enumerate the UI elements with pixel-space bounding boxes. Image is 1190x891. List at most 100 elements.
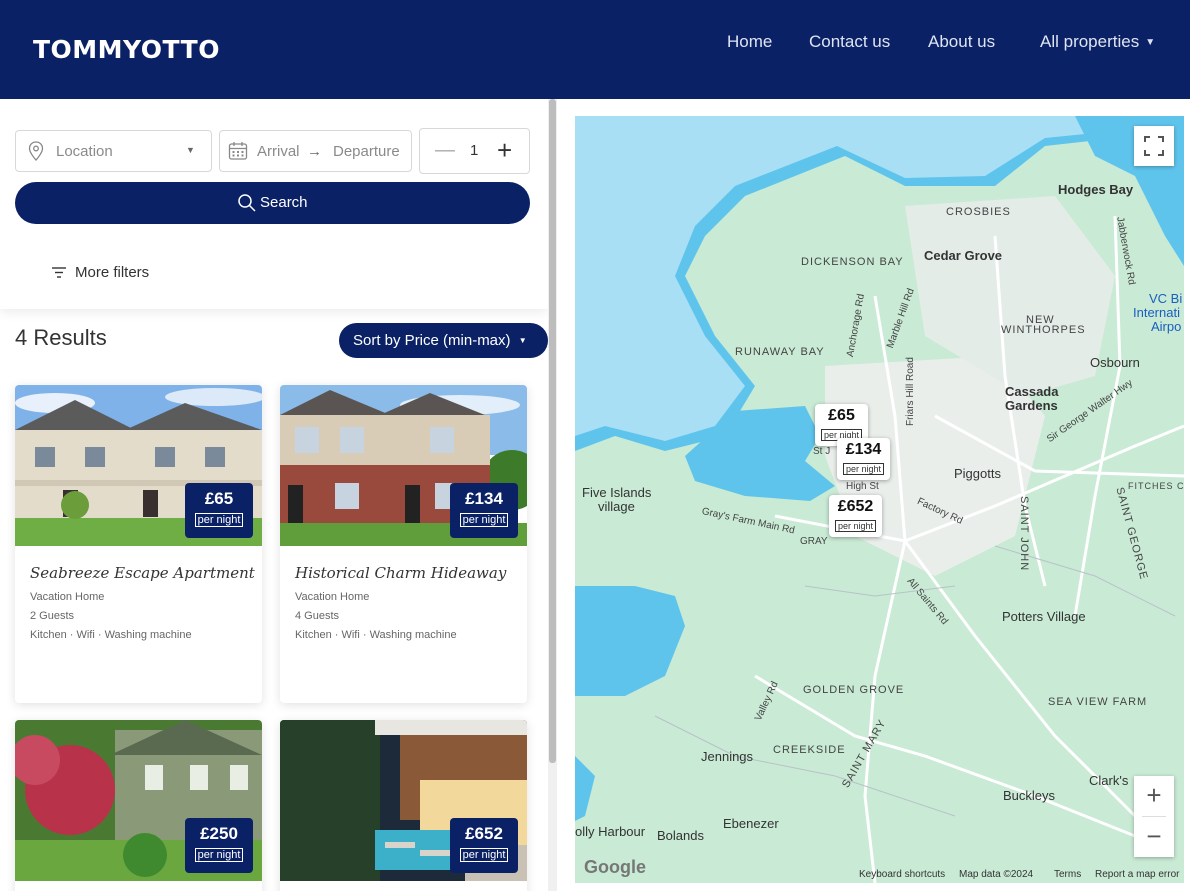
search-button-label: Search — [260, 194, 308, 211]
fullscreen-icon — [1144, 136, 1164, 156]
nav-home[interactable]: Home — [727, 32, 772, 52]
map-place: Cedar Grove — [924, 248, 1003, 263]
listing-type: Vacation Home — [295, 591, 370, 603]
marker-unit: per night — [835, 520, 877, 532]
sort-label: Sort by Price (min-max) — [353, 332, 511, 349]
price-unit: per night — [459, 513, 509, 527]
map-place: olly Harbour — [575, 824, 646, 839]
search-icon — [238, 194, 256, 212]
listing-guests: 2 Guests — [30, 610, 75, 622]
map-place: DICKENSON BAY — [801, 256, 904, 268]
map-price-marker[interactable]: £134 per night — [837, 438, 891, 480]
listing-type: Vacation Home — [30, 591, 105, 603]
google-logo[interactable]: Google — [584, 857, 646, 878]
terms-link[interactable]: Terms — [1054, 869, 1081, 880]
listing-panel: Location ▼ Arrival → Departure — 1 + Sea… — [0, 99, 548, 891]
map-place: Airpo — [1151, 319, 1182, 334]
map-place: Hodges Bay — [1058, 182, 1134, 197]
date-range-picker[interactable]: Arrival → Departure — [219, 130, 412, 172]
map[interactable]: Hodges Bay CROSBIES Cedar Grove DICKENSO… — [575, 116, 1184, 883]
map-road: High St — [846, 481, 879, 492]
caret-down-icon: ▼ — [518, 336, 527, 345]
map-place: Clark's — [1089, 773, 1129, 788]
zoom-in-icon[interactable]: + — [1134, 776, 1174, 816]
sort-dropdown[interactable]: Sort by Price (min-max) ▼ — [339, 323, 548, 358]
nav-all-properties[interactable]: All properties ▼ — [1040, 32, 1155, 52]
fullscreen-button[interactable] — [1134, 126, 1174, 166]
guests-count: 1 — [470, 142, 479, 159]
price-amount: £250 — [200, 824, 238, 843]
map-place: CREEKSIDE — [773, 744, 846, 756]
price-unit: per night — [194, 848, 244, 862]
price-badge: £652 per night — [450, 818, 518, 873]
zoom-out-icon[interactable]: − — [1134, 817, 1174, 857]
map-place: Jennings — [701, 749, 754, 764]
map-place: Cassada — [1005, 384, 1059, 399]
price-unit: per night — [194, 513, 244, 527]
marker-price: £134 — [845, 441, 882, 458]
map-place: RUNAWAY BAY — [735, 346, 825, 358]
nav-all-properties-label: All properties — [1040, 32, 1140, 51]
arrival-placeholder: Arrival — [257, 143, 300, 160]
price-unit: per night — [459, 848, 509, 862]
map-place: Gardens — [1005, 398, 1058, 413]
price-badge: £65 per night — [185, 483, 253, 538]
nav-contact[interactable]: Contact us — [809, 32, 890, 52]
listing-card[interactable]: £134 per night Historical Charm Hideaway… — [280, 385, 527, 703]
map-place: Osbourn — [1090, 355, 1140, 370]
map-place: village — [598, 499, 635, 514]
map-place: SEA VIEW FARM — [1048, 696, 1148, 708]
map-price-marker[interactable]: £652 per night — [829, 495, 883, 537]
site-logo[interactable]: TOMMYOTTO — [33, 35, 220, 64]
map-place: Internati — [1133, 305, 1180, 320]
scrollbar-thumb[interactable] — [549, 99, 556, 763]
map-place: VC Bi — [1149, 291, 1183, 306]
price-badge: £250 per night — [185, 818, 253, 873]
marker-price: £65 — [828, 407, 855, 424]
map-place: CROSBIES — [946, 206, 1011, 218]
plus-icon[interactable]: + — [497, 135, 512, 166]
more-filters-label: More filters — [75, 264, 150, 281]
price-amount: £652 — [465, 824, 503, 843]
listing-title[interactable]: Historical Charm Hideaway — [295, 564, 506, 582]
price-amount: £134 — [465, 489, 503, 508]
price-badge: £134 per night — [450, 483, 518, 538]
map-place: WINTHORPES — [1001, 324, 1086, 336]
listing-card[interactable]: £250 per night — [15, 720, 262, 891]
map-place: Ebenezer — [723, 816, 779, 831]
location-pin-icon — [28, 141, 44, 161]
nav-about[interactable]: About us — [928, 32, 995, 52]
calendar-icon — [228, 142, 248, 160]
departure-placeholder: Departure — [333, 143, 400, 160]
map-place: Buckleys — [1003, 788, 1056, 803]
map-place: GOLDEN GROVE — [803, 684, 905, 696]
more-filters-button[interactable]: More filters — [52, 264, 149, 281]
map-place: Piggotts — [954, 466, 1001, 481]
results-count: 4 Results — [15, 325, 107, 350]
keyboard-shortcuts-link[interactable]: Keyboard shortcuts — [859, 869, 945, 880]
arrow-right-icon: → — [307, 143, 322, 160]
location-select[interactable]: Location ▼ — [15, 130, 212, 172]
caret-down-icon: ▼ — [1145, 37, 1156, 48]
guests-stepper: — 1 + — [419, 128, 530, 174]
map-place: SAINT JOHN — [1018, 496, 1030, 572]
listing-card[interactable]: £652 per night — [280, 720, 527, 891]
search-button[interactable]: Search — [15, 182, 530, 224]
report-map-error-link[interactable]: Report a map error — [1095, 869, 1179, 880]
map-place: Potters Village — [1002, 609, 1086, 624]
listing-title[interactable]: Seabreeze Escape Apartment — [30, 564, 255, 582]
chevron-down-icon: ▼ — [186, 145, 195, 155]
filter-icon — [52, 267, 66, 278]
map-road: St J — [813, 446, 831, 457]
filter-bar: Location ▼ Arrival → Departure — 1 + Sea… — [0, 99, 548, 309]
listing-guests: 4 Guests — [295, 610, 340, 622]
listing-card[interactable]: £65 per night Seabreeze Escape Apartment… — [15, 385, 262, 703]
map-place: Bolands — [657, 828, 704, 843]
map-road: GRAY — [800, 536, 828, 547]
site-header: TOMMYOTTO Home Contact us About us All p… — [0, 0, 1190, 99]
listing-amenities: Kitchen · Wifi · Washing machine — [30, 629, 192, 641]
minus-icon[interactable]: — — [435, 139, 455, 162]
marker-price: £652 — [837, 498, 874, 515]
listing-amenities: Kitchen · Wifi · Washing machine — [295, 629, 457, 641]
price-amount: £65 — [204, 489, 234, 508]
